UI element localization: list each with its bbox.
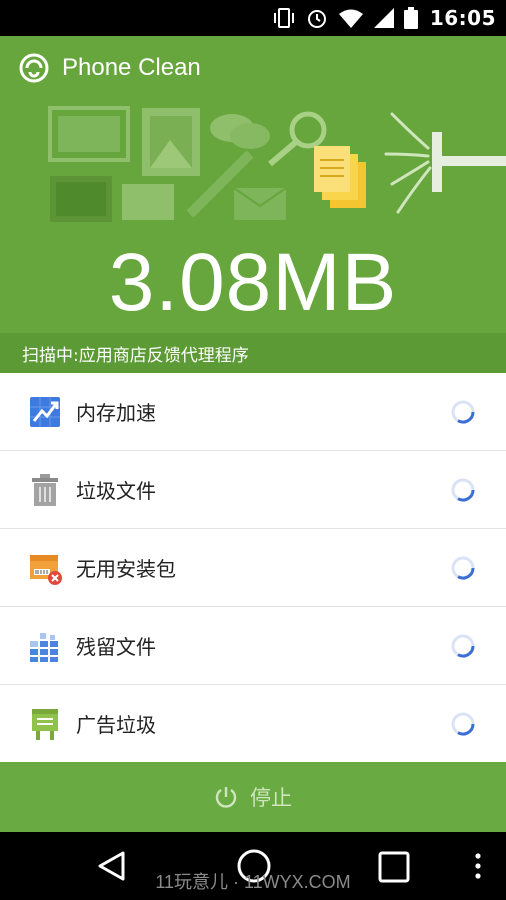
list-item-useless-packages[interactable]: 无用安装包 <box>0 529 506 607</box>
power-icon <box>215 787 237 808</box>
navigation-bar: 11玩意儿 · 11WYX.COM <box>0 832 506 900</box>
loading-spinner-icon <box>451 556 475 580</box>
scan-status-text: 扫描中:应用商店反馈代理程序 <box>22 345 249 366</box>
list-item-label: 残留文件 <box>76 635 156 659</box>
app-title: Phone Clean <box>62 54 201 81</box>
residual-files-icon <box>30 632 58 662</box>
memory-boost-icon <box>30 396 60 427</box>
list-item-label: 广告垃圾 <box>76 713 156 737</box>
package-icon <box>30 554 62 585</box>
scanned-size: 3.08MB <box>108 237 398 328</box>
battery-icon <box>403 7 418 29</box>
list-item-label: 内存加速 <box>76 401 156 425</box>
status-time: 16:05 <box>429 6 496 30</box>
app-logo-icon <box>19 53 49 83</box>
ad-junk-icon <box>32 708 58 740</box>
list-item-label: 无用安装包 <box>76 557 176 581</box>
signal-icon <box>373 8 394 28</box>
vibrate-icon <box>273 8 294 28</box>
scan-header: Phone Clean 3.08MB 扫描中:应用商店反馈代理程序 <box>0 36 506 373</box>
loading-spinner-icon <box>451 400 475 424</box>
status-bar: 16:05 <box>0 0 506 36</box>
loading-spinner-icon <box>451 478 475 502</box>
list-item-residual-files[interactable]: 残留文件 <box>0 607 506 685</box>
stop-button[interactable]: 停止 <box>0 762 506 832</box>
loading-spinner-icon <box>451 712 475 736</box>
wifi-icon <box>338 9 363 28</box>
app-title-row: Phone Clean <box>18 52 201 84</box>
list-item-junk-files[interactable]: 垃圾文件 <box>0 451 506 529</box>
list-item-memory[interactable]: 内存加速 <box>0 373 506 451</box>
alarm-icon <box>307 10 326 28</box>
stop-button-label: 停止 <box>250 786 292 810</box>
watermark: 11玩意儿 · 11WYX.COM <box>155 872 351 892</box>
list-item-label: 垃圾文件 <box>76 479 156 503</box>
clean-items-list: 内存加速 垃圾文件 无用安装包 残留文件 广告垃圾 <box>0 373 506 763</box>
status-icons <box>272 7 418 29</box>
trash-icon <box>32 473 58 506</box>
loading-spinner-icon <box>451 634 475 658</box>
list-item-ad-junk[interactable]: 广告垃圾 <box>0 685 506 763</box>
scan-status-bar: 扫描中:应用商店反馈代理程序 <box>0 333 506 373</box>
